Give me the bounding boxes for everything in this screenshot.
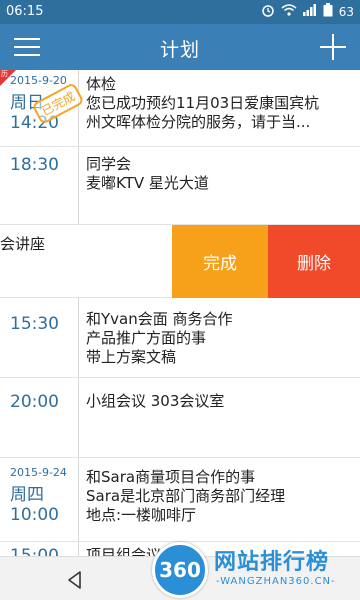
plan-time: 20:00: [10, 392, 59, 412]
status-icons: 63: [261, 3, 354, 20]
plan-weekday: 周四: [10, 485, 44, 505]
plan-time: 15:00: [10, 546, 59, 556]
plan-title: 体检: [86, 75, 117, 93]
plan-date: 2015-9-20: [10, 74, 67, 87]
plan-item-swiped[interactable]: 会讲座 完成 删除: [0, 225, 360, 298]
plan-list[interactable]: 历 2015-9-20 周日 14:20 已完成 体检 您已成功预约11月03日…: [0, 70, 360, 556]
watermark-subtitle: -WANGZHAN360.CN-: [216, 576, 336, 587]
battery-icon: [323, 3, 333, 20]
site-watermark: 360 网站排行榜 -WANGZHAN360.CN-: [152, 538, 360, 600]
page-title: 计划: [159, 39, 200, 61]
plan-title: 同学会: [86, 155, 132, 173]
plan-line: 带上方案文稿: [86, 348, 177, 366]
signal-icon: [302, 4, 317, 19]
plan-content: 小组会议 303会议室: [86, 392, 352, 411]
plan-title: 会讲座: [0, 235, 46, 253]
plan-title: 小组会议 303会议室: [86, 392, 225, 410]
back-triangle-icon[interactable]: [64, 569, 86, 591]
plan-line: Sara是北京部门商务部门经理: [86, 487, 286, 505]
plan-time: 15:30: [10, 314, 59, 334]
plan-item[interactable]: 15:30 和Yvan会面 商务合作 产品推广方面的事 带上方案文稿: [0, 298, 360, 378]
date-column: 2015-9-24 周四 10:00: [10, 466, 67, 525]
plan-time: 18:30: [10, 155, 59, 175]
plan-title: 和Yvan会面 商务合作: [86, 310, 233, 328]
plan-title: 和Sara商量项目合作的事: [86, 468, 256, 486]
app-bar: 计划: [0, 24, 360, 70]
battery-level: 63: [338, 4, 354, 19]
plan-item[interactable]: 2015-9-24 周四 10:00 和Sara商量项目合作的事 Sara是北京…: [0, 458, 360, 542]
plan-item[interactable]: 20:00 小组会议 303会议室: [0, 378, 360, 458]
watermark-badge: 360: [152, 542, 208, 598]
status-bar: 06:15 63: [0, 0, 360, 24]
plan-content: 同学会 麦嘟KTV 星光大道: [86, 155, 352, 193]
plan-line: 地点:一楼咖啡厅: [86, 506, 197, 524]
plan-content: 和Sara商量项目合作的事 Sara是北京部门商务部门经理 地点:一楼咖啡厅: [86, 468, 352, 525]
plan-line: 麦嘟KTV 星光大道: [86, 174, 209, 192]
watermark-title: 网站排行榜: [214, 550, 330, 575]
plan-item[interactable]: 历 2015-9-20 周日 14:20 已完成 体检 您已成功预约11月03日…: [0, 70, 360, 147]
plan-content: 体检 您已成功预约11月03日爱康国宾杭 州文晖体检分院的服务，请于当...: [86, 75, 352, 132]
status-time: 06:15: [6, 4, 44, 19]
plus-icon[interactable]: [320, 34, 346, 60]
delete-button[interactable]: 删除: [268, 225, 360, 298]
corner-label: 历: [1, 70, 8, 78]
plan-line: 您已成功预约11月03日爱康国宾杭: [86, 94, 320, 112]
plan-date: 2015-9-24: [10, 466, 67, 479]
plan-line: 州文晖体检分院的服务，请于当...: [86, 113, 311, 131]
wifi-icon: [281, 4, 297, 19]
alarm-icon: [261, 3, 275, 20]
plan-content: 和Yvan会面 商务合作 产品推广方面的事 带上方案文稿: [86, 310, 352, 367]
plan-line: 产品推广方面的事: [86, 329, 207, 347]
plan-item[interactable]: 18:30 同学会 麦嘟KTV 星光大道: [0, 147, 360, 225]
complete-button[interactable]: 完成: [172, 225, 268, 298]
plan-time: 10:00: [10, 505, 59, 525]
